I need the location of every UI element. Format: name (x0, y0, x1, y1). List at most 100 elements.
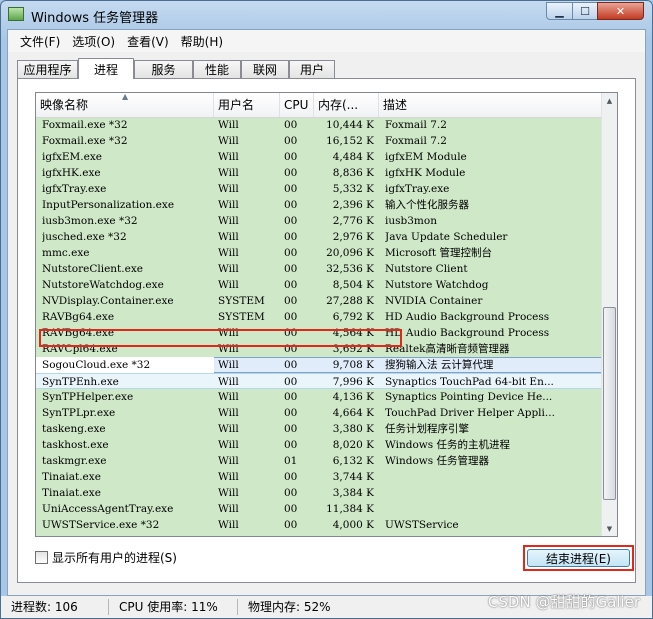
process-memory: 8,020 K (332, 439, 374, 451)
minimize-button[interactable]: ▁ (546, 2, 573, 20)
process-memory: 2,776 K (332, 215, 374, 227)
scroll-down-icon[interactable]: ▼ (602, 521, 617, 536)
process-description: HD Audio Background Process (385, 327, 550, 339)
maximize-icon: ☐ (580, 4, 590, 18)
tab-services[interactable]: 服务 (134, 60, 193, 78)
process-cpu: 00 (284, 519, 298, 531)
process-description: Microsoft 管理控制台 (385, 247, 492, 259)
process-row[interactable]: igfxHK.exe Will 00 8,836 K igfxHK Module (36, 165, 603, 181)
process-cpu: 00 (284, 376, 298, 388)
process-cpu: 00 (284, 135, 298, 147)
process-row[interactable]: SynTPEnh.exe Will 00 7,996 K Synaptics Touch… (36, 373, 603, 389)
process-user: Will (218, 391, 239, 403)
process-row[interactable]: RAVCpl64.exe Will 00 3,692 K Realtek高清晰音频管理器 (36, 341, 603, 357)
process-row[interactable]: UniAccessAgentTray.exe Will 00 11,384 K (36, 501, 603, 517)
end-process-button[interactable]: 结束进程(E) (527, 549, 630, 567)
tab-applications[interactable]: 应用程序 (17, 60, 78, 78)
process-row[interactable]: mmc.exe Will 00 20,096 K Microsoft 管理控制台 (36, 245, 603, 261)
process-row[interactable]: UWSTService.exe *32 Will 00 4,000 K UWSTServ… (36, 517, 603, 533)
scrollbar-thumb[interactable] (603, 307, 616, 500)
process-user: SYSTEM (218, 295, 265, 307)
process-cpu: 01 (284, 455, 298, 467)
menu-options[interactable]: 选项(O) (66, 33, 121, 50)
process-cpu: 00 (284, 407, 298, 419)
process-name: Tinaiat.exe (42, 487, 101, 499)
process-row[interactable]: SynTPHelper.exe Will 00 4,136 K Synaptics Po… (36, 389, 603, 405)
process-name: igfxEM.exe (42, 151, 102, 163)
process-row[interactable]: NutstoreClient.exe Will 00 32,536 K Nutstore… (36, 261, 603, 277)
process-user: Will (218, 279, 239, 291)
process-cpu: 00 (284, 343, 298, 355)
process-row[interactable]: igfxEM.exe Will 00 4,484 K igfxEM Module (36, 149, 603, 165)
process-memory: 2,976 K (332, 231, 374, 243)
tab-processes[interactable]: 进程 (78, 58, 134, 79)
process-cpu: 00 (284, 391, 298, 403)
scroll-up-icon[interactable]: ▲ (602, 93, 617, 109)
maximize-button[interactable]: ☐ (572, 2, 598, 20)
process-user: Will (218, 151, 239, 163)
process-name: iusb3mon.exe *32 (42, 215, 138, 227)
process-user: Will (218, 183, 239, 195)
process-cpu: 00 (284, 327, 298, 339)
process-name: InputPersonalization.exe (42, 199, 175, 211)
process-memory: 4,136 K (332, 391, 374, 403)
process-row[interactable]: iusb3mon.exe *32 Will 00 2,776 K iusb3mon (36, 213, 603, 229)
process-memory: 3,384 K (332, 487, 374, 499)
process-row[interactable]: Tinaiat.exe Will 00 3,384 K (36, 485, 603, 501)
process-row[interactable]: taskhost.exe Will 00 8,020 K Windows 任务的主机进程 (36, 437, 603, 453)
process-description: TouchPad Driver Helper Appli... (385, 407, 555, 419)
tab-users[interactable]: 用户 (289, 60, 335, 78)
column-user-name[interactable]: 用户名 (214, 93, 280, 117)
tab-networking[interactable]: 联网 (241, 60, 289, 78)
process-user: Will (218, 471, 239, 483)
process-cpu: 00 (284, 487, 298, 499)
process-row[interactable]: Foxmail.exe *32 Will 00 10,444 K Foxmail 7.2 (36, 117, 603, 133)
process-row[interactable]: NutstoreWatchdog.exe Will 00 8,504 K Nutstor… (36, 277, 603, 293)
process-row[interactable]: Tinaiat.exe Will 00 3,744 K (36, 469, 603, 485)
column-image-name[interactable]: ▲ 映像名称 (36, 93, 214, 117)
tab-performance[interactable]: 性能 (193, 60, 241, 78)
process-row[interactable]: SogouCloud.exe *32 Will 00 9,708 K 搜狗输入法 云计算… (36, 357, 603, 373)
menu-view[interactable]: 查看(V) (121, 33, 175, 50)
process-name: taskhost.exe (42, 439, 109, 451)
process-user: Will (218, 167, 239, 179)
process-memory: 3,692 K (332, 343, 374, 355)
process-description: Foxmail 7.2 (385, 119, 447, 131)
show-all-users-checkbox[interactable] (35, 551, 48, 564)
vertical-scrollbar[interactable]: ▲ ▼ (601, 93, 617, 536)
process-row[interactable]: NVDisplay.Container.exe SYSTEM 00 27,288 K N… (36, 293, 603, 309)
menu-help[interactable]: 帮助(H) (175, 33, 229, 50)
process-row[interactable]: jusched.exe *32 Will 00 2,976 K Java Update … (36, 229, 603, 245)
process-description: igfxHK Module (385, 167, 466, 179)
process-row[interactable]: InputPersonalization.exe Will 00 2,396 K 输入个… (36, 197, 603, 213)
process-row[interactable]: igfxTray.exe Will 00 5,332 K igfxTray.exe (36, 181, 603, 197)
process-user: Will (218, 263, 239, 275)
process-row[interactable]: RAVBg64.exe Will 00 4,564 K HD Audio Backgro… (36, 325, 603, 341)
process-memory: 4,000 K (332, 519, 374, 531)
column-memory[interactable]: 内存(... (314, 93, 379, 117)
process-cpu: 00 (284, 503, 298, 515)
process-description: Nutstore Watchdog (385, 279, 489, 291)
menu-file[interactable]: 文件(F) (14, 33, 66, 50)
column-description[interactable]: 描述 (379, 93, 603, 117)
process-memory: 4,664 K (332, 407, 374, 419)
title-bar[interactable]: Windows 任务管理器 ▁ ☐ ✕ (1, 1, 652, 29)
process-row[interactable]: VMPlatformTool.exe Will 00 20,500 K VMPlatfo… (36, 533, 603, 536)
process-row[interactable]: Foxmail.exe *32 Will 00 16,152 K Foxmail 7.2 (36, 133, 603, 149)
process-memory: 9,708 K (332, 359, 374, 371)
process-row[interactable]: taskmgr.exe Will 01 6,132 K Windows 任务管理器 (36, 453, 603, 469)
column-cpu[interactable]: CPU (280, 93, 314, 117)
process-memory: 32,536 K (326, 263, 374, 275)
process-description: Realtek高清晰音频管理器 (385, 343, 510, 355)
process-list[interactable]: ▲ 映像名称 用户名 CPU 内存(... 描述 Foxmail.exe *32… (35, 92, 618, 537)
process-row[interactable]: SynTPLpr.exe Will 00 4,664 K TouchPad Driver… (36, 405, 603, 421)
show-all-users-option[interactable]: 显示所有用户的进程(S) (35, 549, 177, 566)
process-description: 任务计划程序引擎 (385, 423, 469, 435)
close-button[interactable]: ✕ (597, 2, 644, 20)
csdn-watermark: CSDN @甜甜的Galier (487, 593, 640, 611)
process-user: Will (218, 455, 239, 467)
process-row[interactable]: taskeng.exe Will 00 3,380 K 任务计划程序引擎 (36, 421, 603, 437)
process-row[interactable]: RAVBg64.exe SYSTEM 00 6,792 K HD Audio Backg… (36, 309, 603, 325)
processes-panel: ▲ 映像名称 用户名 CPU 内存(... 描述 Foxmail.exe *32… (17, 78, 636, 583)
process-name: RAVBg64.exe (42, 327, 115, 339)
